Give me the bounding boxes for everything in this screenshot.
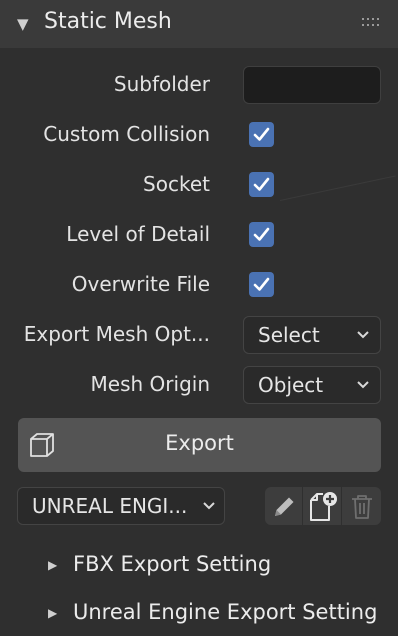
export-button-label: Export bbox=[165, 431, 234, 455]
export-mesh-options-value: Select bbox=[258, 323, 320, 347]
subfolder-label: Subfolder bbox=[113, 72, 210, 96]
edit-preset-button[interactable] bbox=[265, 487, 302, 525]
background-divider bbox=[279, 175, 396, 201]
panel-title: Static Mesh bbox=[44, 9, 172, 34]
export-mesh-options-dropdown[interactable]: Select bbox=[243, 316, 381, 354]
overwrite-file-label: Overwrite File bbox=[71, 272, 210, 296]
subpanel-label: FBX Export Setting bbox=[73, 552, 272, 576]
mesh-origin-label: Mesh Origin bbox=[90, 372, 210, 396]
chevron-down-icon bbox=[357, 331, 369, 339]
new-file-icon bbox=[310, 492, 337, 521]
subpanel-fbx-export-setting[interactable]: ▶ FBX Export Setting bbox=[0, 546, 398, 586]
collapse-triangle-icon[interactable]: ▼ bbox=[17, 15, 29, 33]
custom-collision-label: Custom Collision bbox=[43, 122, 210, 146]
trash-icon bbox=[352, 495, 372, 519]
disclosure-triangle-right-icon: ▶ bbox=[48, 606, 58, 620]
checkmark-icon bbox=[253, 227, 270, 241]
checkmark-icon bbox=[253, 177, 270, 191]
mesh-origin-dropdown[interactable]: Object bbox=[243, 366, 381, 404]
subfolder-input[interactable] bbox=[243, 66, 381, 104]
socket-label: Socket bbox=[143, 172, 210, 196]
checkmark-icon bbox=[253, 127, 270, 141]
subpanel-label: Unreal Engine Export Setting bbox=[73, 600, 378, 624]
panel-header[interactable]: ▼ Static Mesh bbox=[0, 0, 398, 48]
checkmark-icon bbox=[253, 277, 270, 291]
subpanel-unreal-engine-export-setting[interactable]: ▶ Unreal Engine Export Setting bbox=[0, 594, 398, 634]
export-button[interactable]: Export bbox=[18, 418, 381, 472]
preset-value: UNREAL ENGI... bbox=[32, 494, 188, 518]
custom-collision-checkbox[interactable] bbox=[249, 122, 274, 147]
chevron-down-icon bbox=[203, 502, 215, 510]
pencil-icon bbox=[275, 497, 294, 516]
level-of-detail-checkbox[interactable] bbox=[249, 222, 274, 247]
chevron-down-icon bbox=[357, 381, 369, 389]
overwrite-file-checkbox[interactable] bbox=[249, 272, 274, 297]
delete-preset-button[interactable] bbox=[342, 487, 381, 525]
drag-grip-icon[interactable] bbox=[362, 16, 384, 30]
export-mesh-options-label: Export Mesh Opt... bbox=[23, 322, 210, 346]
add-preset-button[interactable] bbox=[303, 487, 341, 525]
level-of-detail-label: Level of Detail bbox=[66, 222, 210, 246]
socket-checkbox[interactable] bbox=[249, 172, 274, 197]
disclosure-triangle-right-icon: ▶ bbox=[48, 558, 58, 572]
mesh-origin-value: Object bbox=[258, 373, 324, 397]
preset-dropdown[interactable]: UNREAL ENGI... bbox=[17, 487, 225, 525]
